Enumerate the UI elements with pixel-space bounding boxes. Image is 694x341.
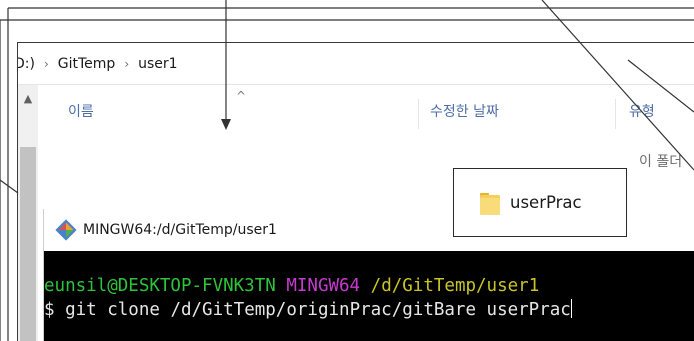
annotation-lines [0, 0, 694, 341]
arrow-down-icon [221, 119, 231, 130]
connector-line [627, 59, 694, 113]
connector-line [541, 0, 694, 171]
connector-line [0, 179, 19, 194]
